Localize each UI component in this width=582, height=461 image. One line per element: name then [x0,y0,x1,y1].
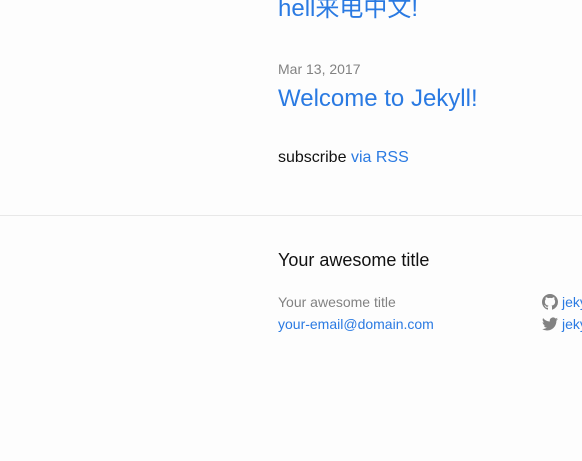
footer-heading: Your awesome title [278,250,430,270]
footer-contact-list: Your awesome title your-email@domain.com [278,291,434,335]
post-link-welcome[interactable]: Welcome to Jekyll! [278,84,478,114]
footer-site-name: Your awesome title [278,294,396,310]
twitter-icon [542,317,558,331]
page: hell来电中文! Mar 13, 2017 Welcome to Jekyll… [0,0,582,461]
post-link-hell[interactable]: hell来电中文! [278,0,418,24]
twitter-link[interactable]: jekyllrb [542,313,582,335]
rss-label: subscribe [278,149,347,166]
post-date: Mar 13, 2017 [278,61,361,77]
footer-email-link[interactable]: your-email@domain.com [278,313,434,335]
rss-link[interactable]: via RSS [351,149,409,166]
rss-subscribe: subscribe via RSS [278,149,409,167]
twitter-handle: jekyllrb [562,316,582,332]
footer-divider [0,215,582,216]
github-icon [542,294,558,310]
footer-social-list: jekyll jekyllrb [542,291,582,335]
github-handle: jekyll [562,294,582,310]
github-link[interactable]: jekyll [542,291,582,313]
